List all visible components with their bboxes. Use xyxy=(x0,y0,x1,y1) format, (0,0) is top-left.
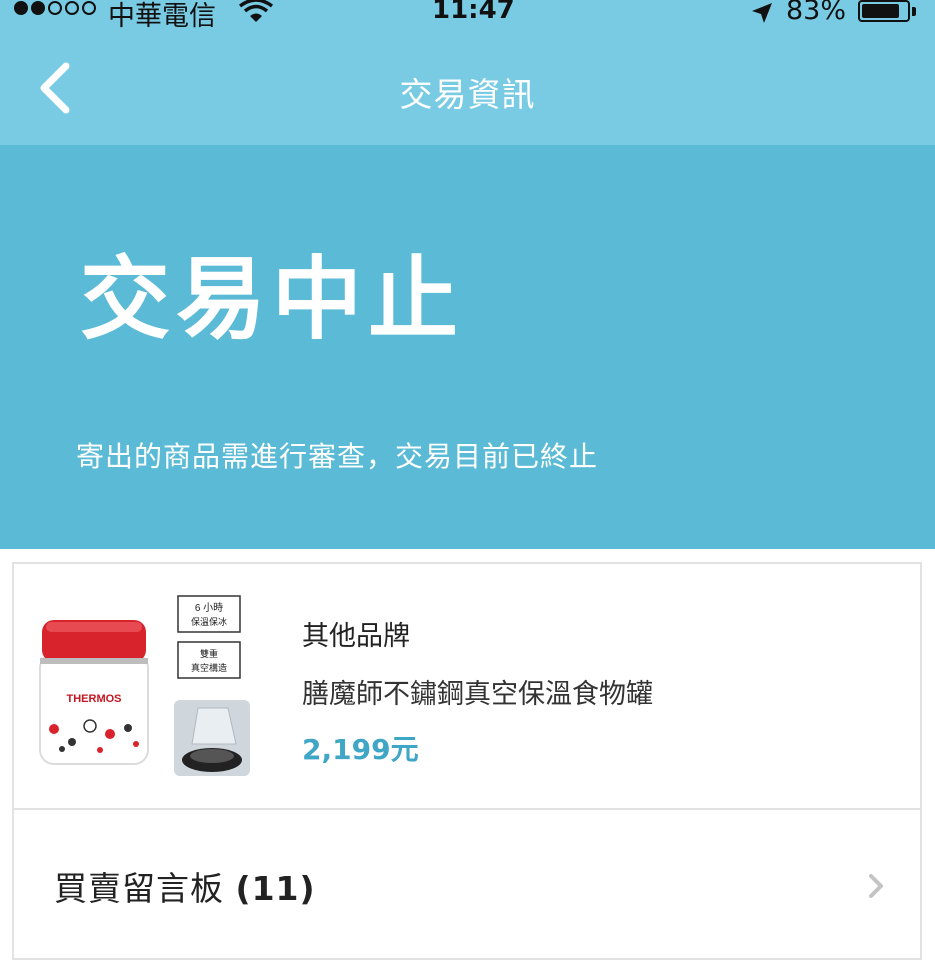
wifi-icon xyxy=(238,0,274,22)
transaction-status-title: 交易中止 xyxy=(80,247,464,352)
signal-dots-icon xyxy=(14,1,96,15)
location-arrow-icon xyxy=(752,3,772,23)
message-board-row[interactable]: 買賣留言板 (11) xyxy=(12,810,922,960)
product-price: 2,199元 xyxy=(302,733,419,766)
message-board-title: 買賣留言板 xyxy=(54,869,224,908)
product-card[interactable]: THERMOS 6 小時 保溫保冰 雙重 真空構造 其他品牌 膳魔師不鏽鋼真空保… xyxy=(12,562,922,810)
navigation-bar: 交易資訊 xyxy=(0,28,935,145)
transaction-status-banner: 交易中止 寄出的商品需進行審查，交易目前已終止 xyxy=(0,145,935,549)
battery-tip xyxy=(912,7,916,16)
battery-icon xyxy=(858,0,910,22)
battery-level-fill xyxy=(862,4,899,18)
transaction-status-message: 寄出的商品需進行審查，交易目前已終止 xyxy=(76,440,599,473)
page-title: 交易資訊 xyxy=(399,75,536,114)
product-thumbnail: THERMOS 6 小時 保溫保冰 雙重 真空構造 xyxy=(39,595,250,776)
badge-hours-label: 6 小時 xyxy=(195,602,223,614)
chevron-right-icon[interactable] xyxy=(866,870,886,902)
status-bar: 中華電信 11:47 83% xyxy=(0,0,935,32)
message-board-label: 買賣留言板 (11) xyxy=(54,862,316,910)
message-count: (11) xyxy=(235,869,316,908)
status-time: 11:47 xyxy=(432,0,515,25)
badge-vacuum-label: 真空構造 xyxy=(191,662,227,673)
svg-text:THERMOS: THERMOS xyxy=(67,693,122,705)
badge-double-label: 雙重 xyxy=(200,648,218,659)
battery-percent: 83% xyxy=(786,0,847,26)
badge-insulation-label: 保溫保冰 xyxy=(191,616,227,627)
product-name: 膳魔師不鏽鋼真空保溫食物罐 xyxy=(302,679,653,710)
product-brand: 其他品牌 xyxy=(302,621,410,652)
